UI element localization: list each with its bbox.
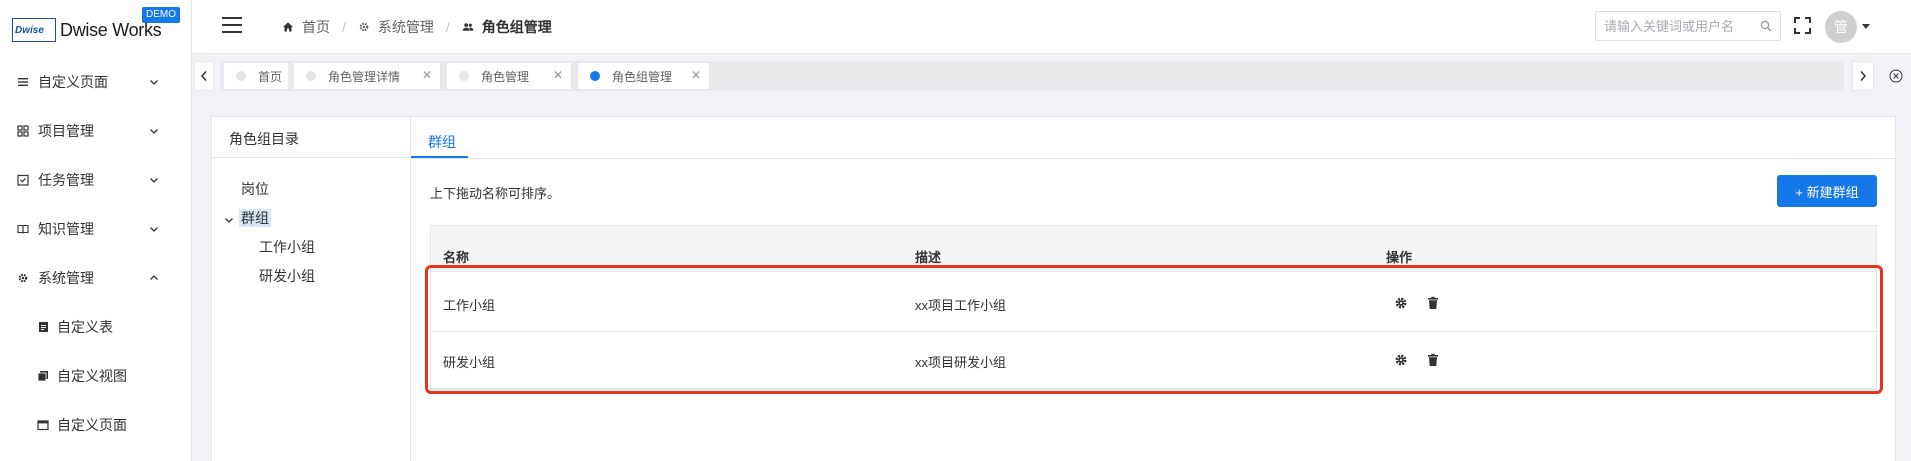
tabs-track: 首页 角色管理详情 ✕ 角色管理 ✕ 角色组管理 ✕: [220, 61, 1844, 91]
tree-node-work-team[interactable]: 工作小组: [259, 237, 315, 257]
tabs-bar: 首页 角色管理详情 ✕ 角色管理 ✕ 角色组管理 ✕: [192, 55, 1911, 95]
table-row[interactable]: 研发小组 xx项目研发小组: [431, 333, 1876, 389]
gear-icon: [16, 271, 30, 285]
breadcrumb-home[interactable]: 首页: [282, 17, 330, 37]
document-icon: [36, 320, 50, 334]
column-header-name: 名称: [443, 250, 470, 265]
users-icon: [462, 21, 474, 33]
tab-role-group-manage[interactable]: 角色组管理 ✕: [577, 62, 710, 90]
table-row[interactable]: 工作小组 xx项目工作小组: [431, 276, 1876, 332]
tree-expand-icon[interactable]: [224, 215, 234, 225]
fullscreen-icon[interactable]: [1794, 17, 1811, 34]
gear-icon: [358, 21, 370, 33]
grid-icon: [16, 124, 30, 138]
settings-gear-icon[interactable]: [1394, 296, 1408, 310]
sidebar-item-knowledge[interactable]: 知识管理: [0, 204, 192, 253]
delete-trash-icon[interactable]: [1426, 296, 1440, 310]
tab-home[interactable]: 首页: [223, 62, 289, 90]
chevron-left-icon: [200, 71, 207, 81]
sidebar-item-task[interactable]: 任务管理: [0, 155, 192, 204]
close-icon[interactable]: ✕: [422, 69, 432, 81]
book-icon: [16, 222, 30, 236]
sidebar-item-label: 自定义页面: [57, 416, 127, 433]
chevron-down-icon: [150, 128, 158, 134]
column-header-description: 描述: [915, 250, 942, 265]
close-all-tabs-icon[interactable]: [1889, 69, 1903, 83]
tabs-scroll-left-button[interactable]: [194, 61, 214, 91]
sidebar-item-label: 知识管理: [38, 220, 94, 237]
window-icon: [36, 418, 50, 432]
close-icon[interactable]: ✕: [691, 69, 701, 81]
sidebar-subitem-custom-view[interactable]: 自定义视图: [0, 351, 192, 400]
tab-status-dot: [459, 71, 469, 81]
group-panel: 群组 上下拖动名称可排序。 + 新建群组 名称 描述 操作 工作小组 xx项目工…: [411, 116, 1896, 461]
tab-role-manage[interactable]: 角色管理 ✕: [446, 62, 572, 90]
breadcrumb-current: 角色组管理: [462, 17, 552, 37]
breadcrumb-separator: /: [445, 19, 450, 35]
sort-hint-text: 上下拖动名称可排序。: [430, 186, 561, 201]
delete-trash-icon[interactable]: [1426, 353, 1440, 367]
panel-title: 角色组目录: [229, 131, 299, 147]
demo-badge: DEMO: [142, 7, 180, 23]
cell-name: 研发小组: [443, 355, 496, 370]
breadcrumb: 首页 / 系统管理 / 角色组管理: [282, 17, 552, 37]
chevron-up-icon: [150, 274, 158, 280]
logo: Dwise Dwise Works DEMO: [12, 7, 188, 48]
tab-status-dot: [236, 71, 246, 81]
sidebar-subitem-custom-table[interactable]: 自定义表: [0, 302, 192, 351]
tab-status-dot: [590, 71, 600, 81]
role-group-directory-panel: 角色组目录 岗位 群组 工作小组 研发小组: [211, 116, 411, 461]
tree-node-post[interactable]: 岗位: [241, 179, 269, 199]
sidebar-item-label: 自定义页面: [38, 73, 108, 90]
cell-description: xx项目工作小组: [915, 298, 1007, 313]
layers-icon: [36, 369, 50, 383]
sidebar-item-label: 自定义视图: [57, 367, 127, 384]
cell-description: xx项目研发小组: [915, 355, 1007, 370]
tab-group[interactable]: 群组: [428, 132, 456, 152]
logo-text: Dwise Works: [60, 20, 162, 40]
hamburger-menu-icon[interactable]: [222, 17, 242, 33]
divider: [212, 157, 410, 158]
new-group-button[interactable]: + 新建群组: [1777, 175, 1877, 207]
tree-node-group[interactable]: 群组: [239, 208, 271, 228]
cell-name: 工作小组: [443, 298, 496, 313]
home-icon: [282, 21, 294, 33]
tab-status-dot: [306, 71, 316, 81]
search-icon[interactable]: [1760, 20, 1772, 32]
table-header: 名称 描述 操作: [431, 226, 1876, 272]
breadcrumb-separator: /: [342, 19, 346, 35]
tab-role-detail[interactable]: 角色管理详情 ✕: [293, 62, 441, 90]
list-icon: [16, 75, 30, 89]
column-header-actions: 操作: [1386, 250, 1413, 265]
search-input[interactable]: [1596, 12, 1756, 40]
chevron-right-icon: [1860, 71, 1867, 81]
group-table: 名称 描述 操作 工作小组 xx项目工作小组 研发小组 xx项目研发小组: [430, 225, 1877, 390]
sidebar-item-label: 自定义表: [57, 318, 113, 335]
chevron-down-icon: [150, 226, 158, 232]
sidebar-item-label: 项目管理: [38, 122, 94, 139]
top-header: 首页 / 系统管理 / 角色组管理 管: [192, 0, 1911, 54]
sidebar-item-project[interactable]: 项目管理: [0, 106, 192, 155]
sidebar-item-label: 任务管理: [38, 171, 94, 188]
search-box: [1595, 11, 1781, 41]
tabs-scroll-right-button[interactable]: [1852, 61, 1874, 91]
close-icon[interactable]: ✕: [553, 69, 563, 81]
breadcrumb-system[interactable]: 系统管理: [358, 17, 434, 37]
logo-mark: Dwise: [12, 18, 56, 42]
sidebar-subitem-custom-page[interactable]: 自定义页面: [0, 400, 192, 449]
sidebar-item-custom-page[interactable]: 自定义页面: [0, 57, 192, 106]
sidebar-item-label: 系统管理: [38, 269, 94, 286]
chevron-down-icon: [150, 177, 158, 183]
settings-gear-icon[interactable]: [1394, 353, 1408, 367]
caret-down-icon[interactable]: [1862, 24, 1870, 29]
avatar[interactable]: 管: [1825, 11, 1857, 43]
sidebar: Dwise Dwise Works DEMO 自定义页面 项目管理 任务管理 知…: [0, 0, 192, 461]
checklist-icon: [16, 173, 30, 187]
tree-node-rd-team[interactable]: 研发小组: [259, 266, 315, 286]
chevron-down-icon: [150, 79, 158, 85]
divider: [411, 158, 1895, 159]
sidebar-item-system[interactable]: 系统管理: [0, 253, 192, 302]
